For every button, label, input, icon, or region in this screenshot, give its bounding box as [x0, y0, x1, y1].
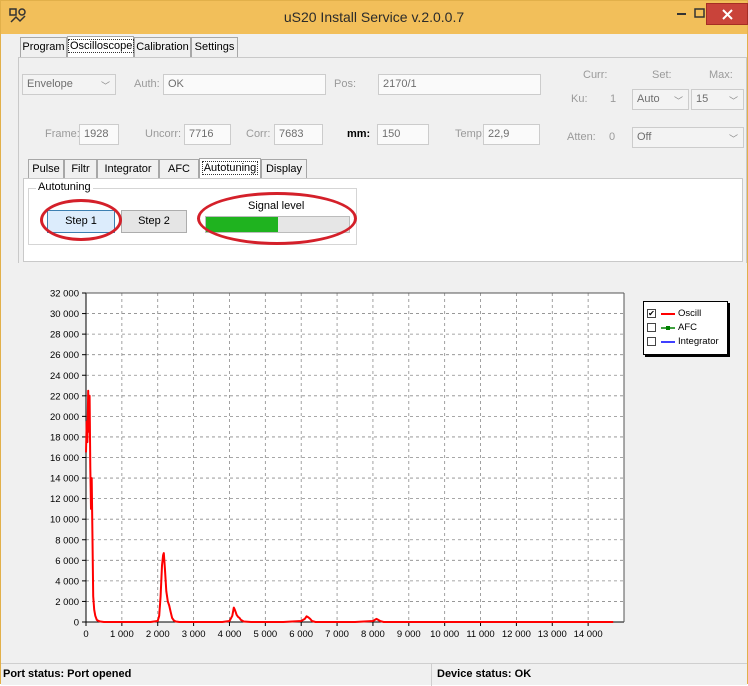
integrator-line-icon [661, 341, 675, 343]
y-tick-label: 26 000 [50, 350, 79, 361]
x-tick-label: 1 000 [110, 629, 134, 640]
y-tick-label: 6 000 [55, 556, 79, 567]
x-tick-label: 4 000 [218, 629, 242, 640]
x-tick-label: 3 000 [182, 629, 206, 640]
x-tick-label: 9 000 [397, 629, 421, 640]
app-window: uS20 Install Service v.2.0.0.7 Program O… [0, 0, 748, 686]
x-tick-label: 5 000 [253, 629, 277, 640]
x-tick-label: 2 000 [146, 629, 170, 640]
legend-afc-checkbox[interactable] [647, 323, 656, 332]
status-separator [431, 664, 432, 686]
x-tick-label: 11 000 [466, 629, 494, 640]
y-tick-label: 16 000 [50, 453, 79, 464]
x-tick-label: 14 000 [574, 629, 603, 640]
y-tick-label: 30 000 [50, 309, 79, 320]
x-tick-label: 7 000 [325, 629, 349, 640]
y-tick-label: 14 000 [50, 474, 79, 485]
status-bar: Port status: Port opened Device status: … [1, 663, 747, 686]
x-tick-label: 6 000 [289, 629, 313, 640]
y-tick-label: 4 000 [55, 576, 79, 587]
legend-integrator-checkbox[interactable] [647, 337, 656, 346]
y-tick-label: 28 000 [50, 330, 79, 341]
port-status: Port status: Port opened [3, 668, 132, 680]
device-status: Device status: OK [437, 668, 532, 680]
y-tick-label: 18 000 [50, 432, 79, 443]
x-tick-label: 10 000 [430, 629, 459, 640]
x-tick-label: 8 000 [361, 629, 385, 640]
afc-line-icon [661, 326, 675, 330]
y-tick-label: 10 000 [50, 515, 79, 526]
oscillogram-chart: 0 2 000 4 000 6 000 8 000 10 000 12 000 14 000 1… [50, 289, 625, 640]
y-tick-label: 24 000 [50, 371, 79, 382]
y-tick-label: 20 000 [50, 412, 79, 423]
y-tick-label: 12 000 [50, 494, 79, 505]
legend-oscill-checkbox[interactable]: ✔ [647, 309, 656, 318]
x-tick-label: 0 [83, 629, 88, 640]
y-tick-label: 0 [74, 618, 79, 629]
legend-afc-label: AFC [678, 322, 697, 333]
oscill-line-icon [661, 313, 675, 315]
y-tick-label: 22 000 [50, 391, 79, 402]
legend-oscill-label: Oscill [678, 308, 702, 319]
chart-legend: ✔ Oscill AFC Integrator [643, 301, 728, 355]
y-tick-label: 2 000 [55, 597, 79, 608]
y-tick-label: 8 000 [55, 535, 79, 546]
x-tick-label: 12 000 [502, 629, 531, 640]
x-tick-label: 13 000 [538, 629, 567, 640]
y-tick-label: 32 000 [50, 289, 79, 300]
legend-integrator-label: Integrator [678, 336, 719, 347]
